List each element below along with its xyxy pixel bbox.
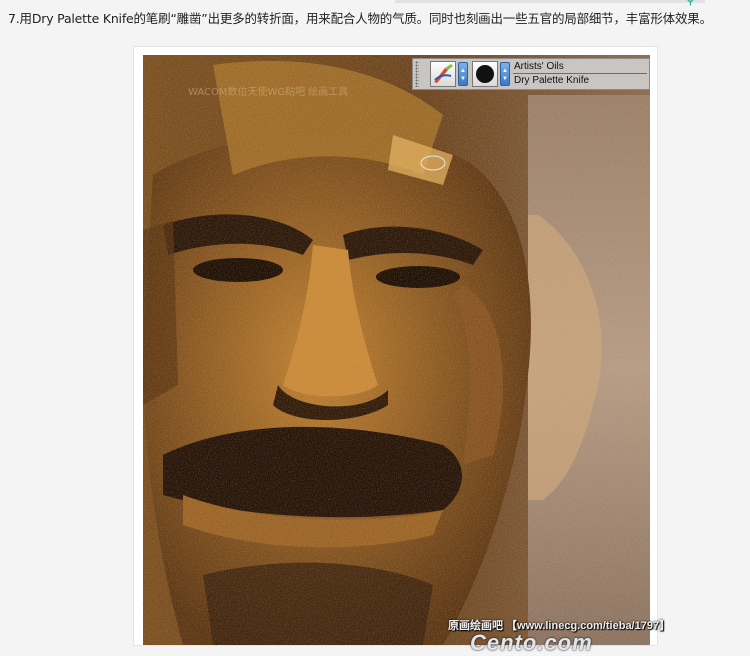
palette-knife-icon[interactable] (430, 61, 456, 87)
round-brush-dab-icon[interactable] (472, 61, 498, 87)
portrait-painting (143, 55, 650, 645)
painting-canvas (143, 55, 650, 645)
search-icon[interactable]: ⚲ (686, 0, 698, 6)
step-caption: 7.用Dry Palette Knife的笔刷“雕凿”出更多的转折面，用来配合人… (8, 11, 712, 26)
panel-grip-handle[interactable] (415, 61, 419, 87)
site-logo-watermark: Cento.com (470, 630, 593, 655)
brush-selector-panel: ▲ ▼ ▲ ▼ Artists' Oils Dry Palette Knife (412, 58, 650, 90)
brush-variant-label[interactable]: Dry Palette Knife (513, 74, 647, 88)
category-dropdown-button[interactable]: ▲ ▼ (458, 62, 468, 86)
brush-labels: Artists' Oils Dry Palette Knife (513, 60, 647, 88)
top-search-strip (395, 0, 705, 3)
variant-dropdown-button[interactable]: ▲ ▼ (500, 62, 510, 86)
painting-watermark-top: WACOM数位天使WG贴吧 绘画工具 (188, 87, 349, 98)
brush-category-label[interactable]: Artists' Oils (513, 60, 647, 74)
